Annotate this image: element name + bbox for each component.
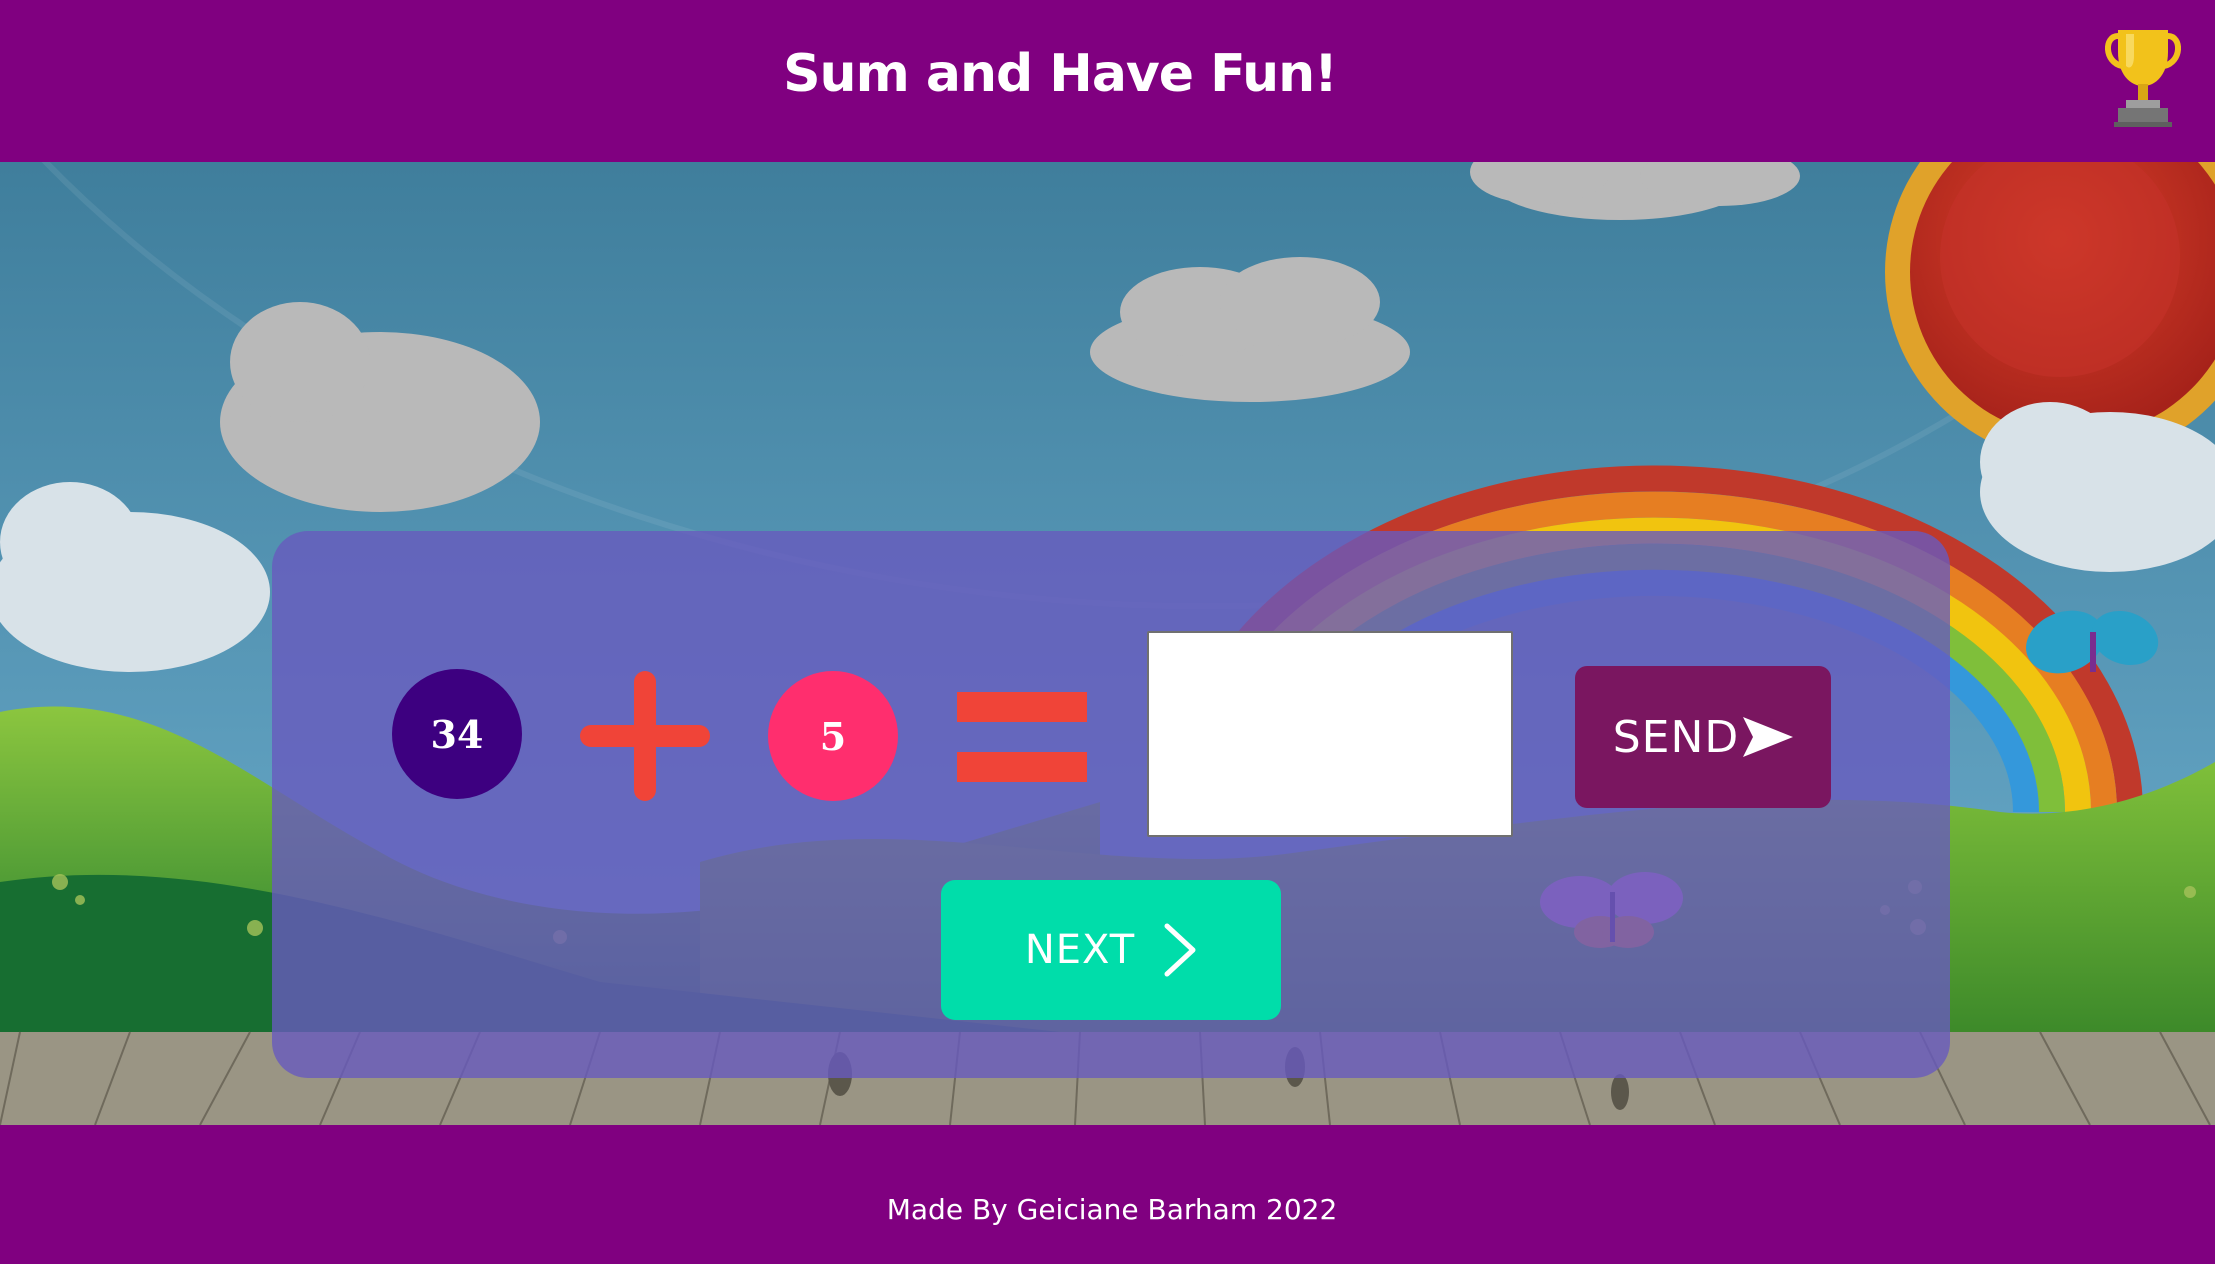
equals-icon [957, 692, 1087, 782]
next-button[interactable]: NEXT [941, 880, 1281, 1020]
plus-icon [580, 671, 710, 801]
background-scene: 34 5 SEND NEXT [0, 162, 2215, 1125]
first-number: 34 [392, 669, 522, 799]
header-bar: Sum and Have Fun! [0, 0, 2215, 162]
answer-input[interactable] [1147, 631, 1513, 837]
footer-bar: Made By Geiciane Barham 2022 [0, 1125, 2215, 1264]
second-number: 5 [768, 671, 898, 801]
send-label: SEND [1612, 711, 1740, 763]
send-button[interactable]: SEND [1575, 666, 1831, 808]
page-title: Sum and Have Fun! [783, 44, 1338, 104]
send-arrow-icon [1743, 717, 1794, 757]
trophy-icon[interactable] [2100, 22, 2186, 128]
next-label: NEXT [1024, 927, 1136, 973]
chevron-right-icon [1164, 923, 1196, 977]
footer-credit: Made By Geiciane Barham 2022 [886, 1193, 1338, 1226]
quiz-panel: 34 5 SEND NEXT [272, 531, 1950, 1078]
